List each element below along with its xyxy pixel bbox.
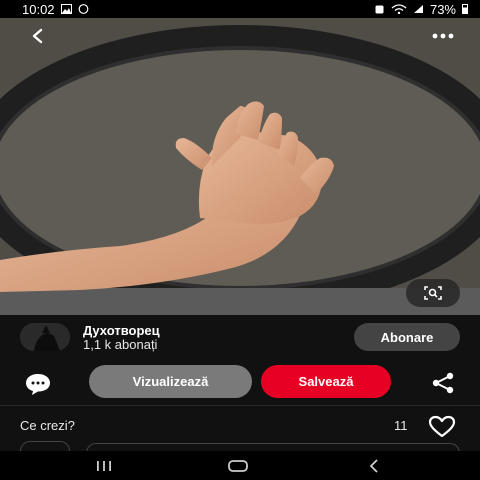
- share-button[interactable]: [430, 371, 456, 395]
- more-options-button[interactable]: [428, 22, 458, 50]
- action-row: Vizualizează Salvează: [0, 360, 480, 405]
- recents-icon: [97, 460, 111, 471]
- status-right: 73%: [374, 2, 468, 17]
- comment-button[interactable]: [24, 372, 52, 396]
- avatar[interactable]: [20, 323, 70, 351]
- follower-count: 1,1 k abonați: [83, 337, 158, 352]
- back-nav-icon: [369, 458, 378, 473]
- pin-illustration: [0, 18, 480, 315]
- share-icon: [432, 372, 454, 394]
- back-button[interactable]: [24, 22, 52, 50]
- more-icon: [432, 33, 454, 39]
- status-left: 10:02: [22, 2, 89, 17]
- signal-icon: [413, 5, 423, 13]
- visual-search-button[interactable]: [406, 279, 460, 307]
- home-button[interactable]: [218, 451, 258, 480]
- wifi-icon: [391, 4, 407, 14]
- creator-row: Духотворец 1,1 k abonați Abonare: [0, 315, 480, 360]
- avatar-image: [20, 323, 70, 351]
- creator-name[interactable]: Духотворец: [83, 323, 160, 338]
- back-nav-button[interactable]: [354, 451, 394, 480]
- recents-button[interactable]: [84, 451, 124, 480]
- comments-prompt: Ce crezi?: [20, 418, 75, 433]
- view-button[interactable]: Vizualizează: [89, 365, 252, 398]
- status-time: 10:02: [22, 1, 55, 17]
- comment-icon: [26, 374, 50, 395]
- system-nav-bar: [0, 451, 480, 480]
- like-button[interactable]: [428, 415, 456, 439]
- likes-count: 11: [394, 418, 408, 433]
- top-overlay: [0, 18, 480, 52]
- heart-icon: [428, 415, 456, 438]
- home-icon: [228, 459, 248, 472]
- status-bar: 10:02 73%: [0, 0, 480, 18]
- visual-search-icon: [424, 286, 442, 300]
- alarm-icon: [375, 5, 384, 14]
- save-button[interactable]: Salvează: [261, 365, 391, 398]
- gallery-icon: [60, 4, 72, 14]
- follow-button[interactable]: Abonare: [354, 323, 460, 351]
- whatsapp-icon: [78, 4, 88, 14]
- back-arrow-icon: [32, 28, 43, 44]
- pin-image[interactable]: [0, 18, 480, 315]
- battery-level: 73%: [429, 1, 456, 17]
- battery-icon: [462, 4, 468, 14]
